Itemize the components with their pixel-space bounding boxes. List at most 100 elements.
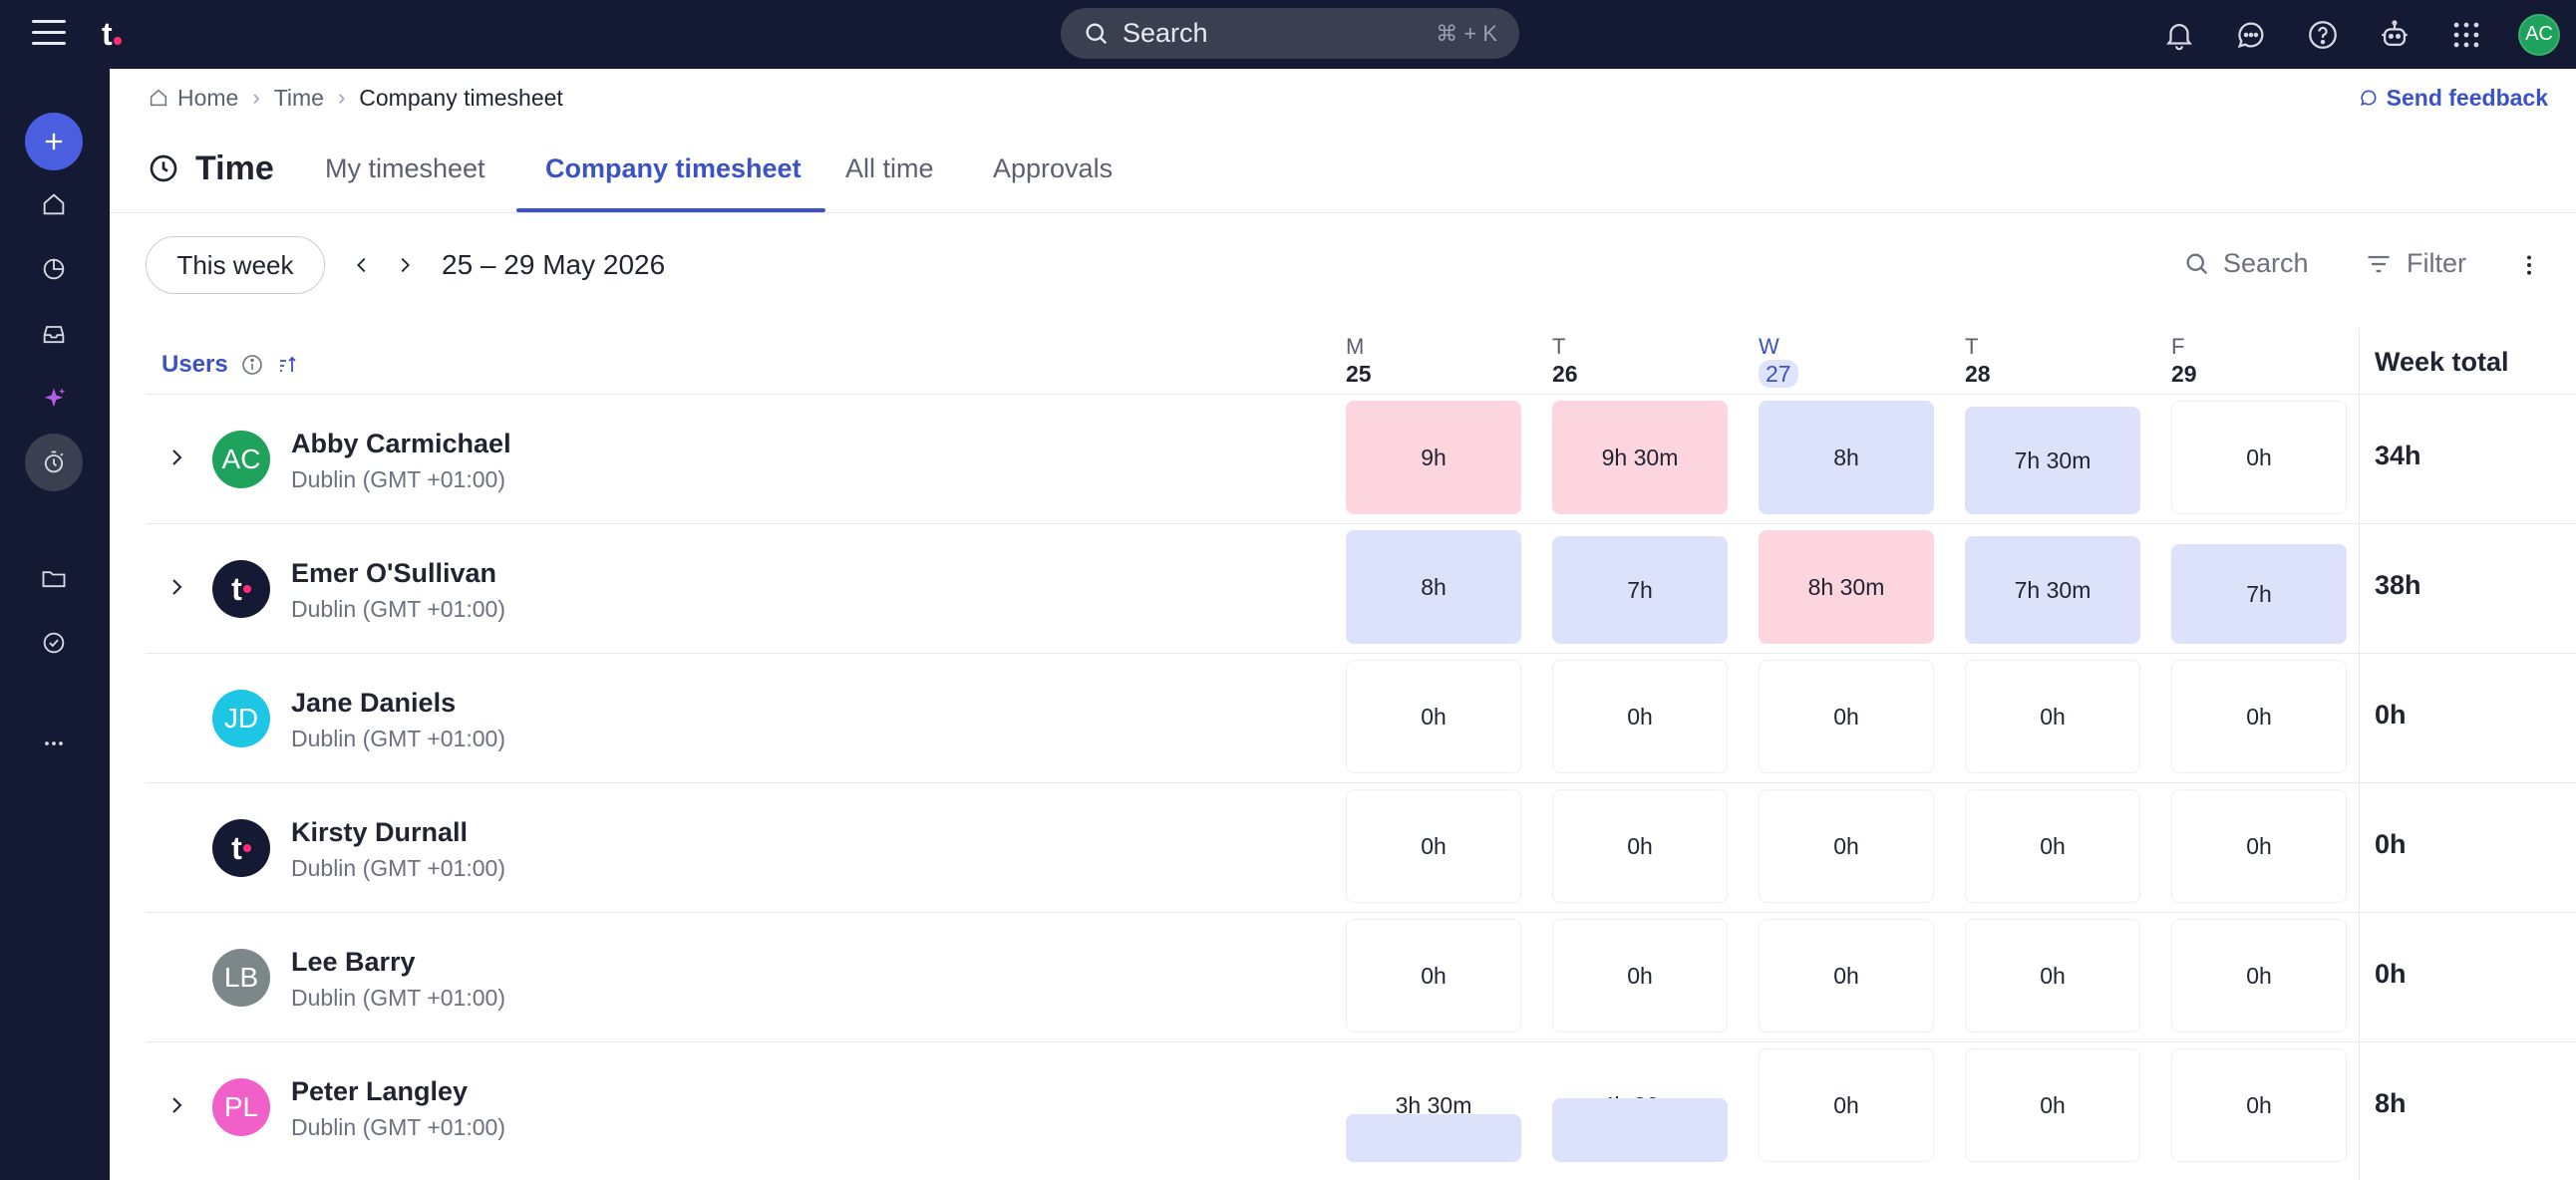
expand-row-chevron-icon[interactable] <box>161 442 191 472</box>
time-cell[interactable]: 0h <box>1346 789 1521 903</box>
this-week-button[interactable]: This week <box>146 236 325 294</box>
time-cell[interactable]: 0h <box>2171 660 2347 773</box>
time-cell-value: 7h 30m <box>2014 576 2092 603</box>
help-icon[interactable] <box>2303 15 2343 55</box>
sidebar-item-tasks[interactable] <box>25 614 83 672</box>
time-cell[interactable]: 0h <box>1759 919 1934 1032</box>
time-cell[interactable]: 8h <box>1759 401 1934 514</box>
time-cell[interactable]: 0h <box>1759 660 1934 773</box>
table-row[interactable]: PL Peter Langley Dublin (GMT +01:00) 3h 30m… <box>146 1041 2576 1171</box>
user-name[interactable]: Kirsty Durnall <box>291 817 468 848</box>
time-cell[interactable]: 7h 30m <box>1965 536 2140 644</box>
users-column-label: Users <box>161 351 228 378</box>
chat-icon[interactable] <box>2231 15 2271 55</box>
sidebar-item-more[interactable] <box>25 715 83 772</box>
folder-icon <box>42 571 66 588</box>
global-search[interactable]: Search ⌘ + K <box>1061 8 1519 59</box>
time-cell[interactable]: 8h <box>1346 530 1521 644</box>
time-cell-value: 7h <box>2246 580 2272 607</box>
breadcrumb-home[interactable]: Home <box>177 85 238 112</box>
day-letter: T <box>1552 334 1566 359</box>
sort-icon[interactable] <box>276 353 300 377</box>
week-total-value: 0h <box>2375 700 2407 730</box>
assistant-bot-icon[interactable] <box>2375 15 2415 55</box>
users-column-header[interactable]: Users <box>161 350 300 380</box>
time-cell-value: 0h <box>1833 962 1859 989</box>
tab-all-time[interactable]: All time <box>845 147 934 190</box>
sidebar-item-inbox[interactable] <box>25 305 83 363</box>
tab-company-timesheet[interactable]: Company timesheet <box>545 147 802 190</box>
user-avatar[interactable]: AC <box>2518 13 2560 56</box>
user-name[interactable]: Peter Langley <box>291 1076 468 1107</box>
time-cell-value: 7h 30m <box>2014 446 2092 473</box>
bell-icon[interactable] <box>2159 15 2199 55</box>
time-cell[interactable] <box>1346 1114 1521 1162</box>
send-feedback-link[interactable]: Send feedback <box>2359 83 2548 113</box>
time-cell[interactable]: 8h 30m <box>1759 530 1934 644</box>
tab-my-timesheet[interactable]: My timesheet <box>325 147 485 190</box>
time-cell[interactable]: 0h <box>1552 660 1728 773</box>
table-row[interactable]: JD Jane Daniels Dublin (GMT +01:00) 0h 0h 0h 0… <box>146 653 2576 782</box>
day-letter: F <box>2171 334 2185 359</box>
week-total-header: Week total <box>2375 347 2509 377</box>
avatar: JD <box>212 690 270 747</box>
create-button[interactable] <box>25 113 83 170</box>
more-options-button[interactable] <box>2512 248 2546 282</box>
time-cell[interactable]: 0h <box>2171 919 2347 1032</box>
user-name[interactable]: Abby Carmichael <box>291 429 511 459</box>
stopwatch-icon <box>44 450 64 473</box>
tab-approvals[interactable]: Approvals <box>993 147 1113 190</box>
time-cell[interactable]: 0h <box>1759 1048 1934 1162</box>
time-cell[interactable]: 0h <box>1552 789 1728 903</box>
apps-grid-icon[interactable] <box>2446 15 2486 55</box>
expand-row-chevron-icon[interactable] <box>161 1090 191 1120</box>
time-cell[interactable]: 0h <box>2171 401 2347 514</box>
info-icon[interactable] <box>240 353 264 377</box>
expand-row-chevron-icon[interactable] <box>161 572 191 602</box>
logo-dot-icon <box>242 844 251 852</box>
time-cell[interactable]: 0h <box>2171 789 2347 903</box>
app-logo[interactable]: t <box>102 12 132 56</box>
sidebar-item-files[interactable] <box>25 549 83 607</box>
time-cell[interactable]: 0h <box>1965 789 2140 903</box>
time-cell[interactable] <box>1552 1098 1728 1162</box>
time-cell[interactable]: 0h <box>1965 1048 2140 1162</box>
time-cell[interactable]: 7h 30m <box>1965 407 2140 514</box>
time-cell[interactable]: 0h <box>1759 789 1934 903</box>
sidebar-item-home[interactable] <box>25 175 83 233</box>
user-name[interactable]: Jane Daniels <box>291 688 456 719</box>
chevron-right-icon <box>401 257 410 273</box>
table-row[interactable]: LB Lee Barry Dublin (GMT +01:00) 0h 0h 0h 0h 0h… <box>146 912 2576 1041</box>
avatar-initials: t <box>231 829 242 866</box>
left-sidebar <box>0 69 110 1180</box>
time-cell[interactable]: 0h <box>2171 1048 2347 1162</box>
sidebar-item-ai[interactable] <box>25 370 83 428</box>
time-cell[interactable]: 0h <box>1965 660 2140 773</box>
time-cell[interactable]: 0h <box>1965 919 2140 1032</box>
table-row[interactable]: AC Abby Carmichael Dublin (GMT +01:00) 9h 9h… <box>146 394 2576 523</box>
filter-button[interactable]: Filter <box>2365 248 2466 279</box>
time-cell[interactable]: 0h <box>1346 919 1521 1032</box>
menu-icon[interactable] <box>32 20 66 50</box>
user-name[interactable]: Lee Barry <box>291 947 416 978</box>
filter-label: Filter <box>2407 248 2466 278</box>
user-timezone: Dublin (GMT +01:00) <box>291 596 505 622</box>
next-week-button[interactable] <box>388 248 422 282</box>
breadcrumb-time[interactable]: Time <box>274 85 324 112</box>
time-cell[interactable]: 9h <box>1346 401 1521 514</box>
sidebar-item-time[interactable] <box>25 434 83 491</box>
time-cell-value: 0h <box>2040 962 2066 989</box>
table-search-button[interactable]: Search <box>2183 248 2309 279</box>
week-total-value: 0h <box>2375 959 2407 989</box>
table-row[interactable]: t Kirsty Durnall Dublin (GMT +01:00) 0h 0h 0h… <box>146 782 2576 912</box>
table-row[interactable]: t Emer O'Sullivan Dublin (GMT +01:00) 8h 7h 8… <box>146 523 2576 653</box>
time-cell[interactable]: 0h <box>1346 660 1521 773</box>
time-cell[interactable]: 7h <box>2171 544 2347 644</box>
previous-week-button[interactable] <box>345 248 379 282</box>
sidebar-item-reports[interactable] <box>25 240 83 298</box>
time-cell[interactable]: 7h <box>1552 536 1728 644</box>
time-cell[interactable]: 9h 30m <box>1552 401 1728 514</box>
week-total-value: 38h <box>2375 570 2421 600</box>
user-name[interactable]: Emer O'Sullivan <box>291 558 496 589</box>
time-cell[interactable]: 0h <box>1552 919 1728 1032</box>
